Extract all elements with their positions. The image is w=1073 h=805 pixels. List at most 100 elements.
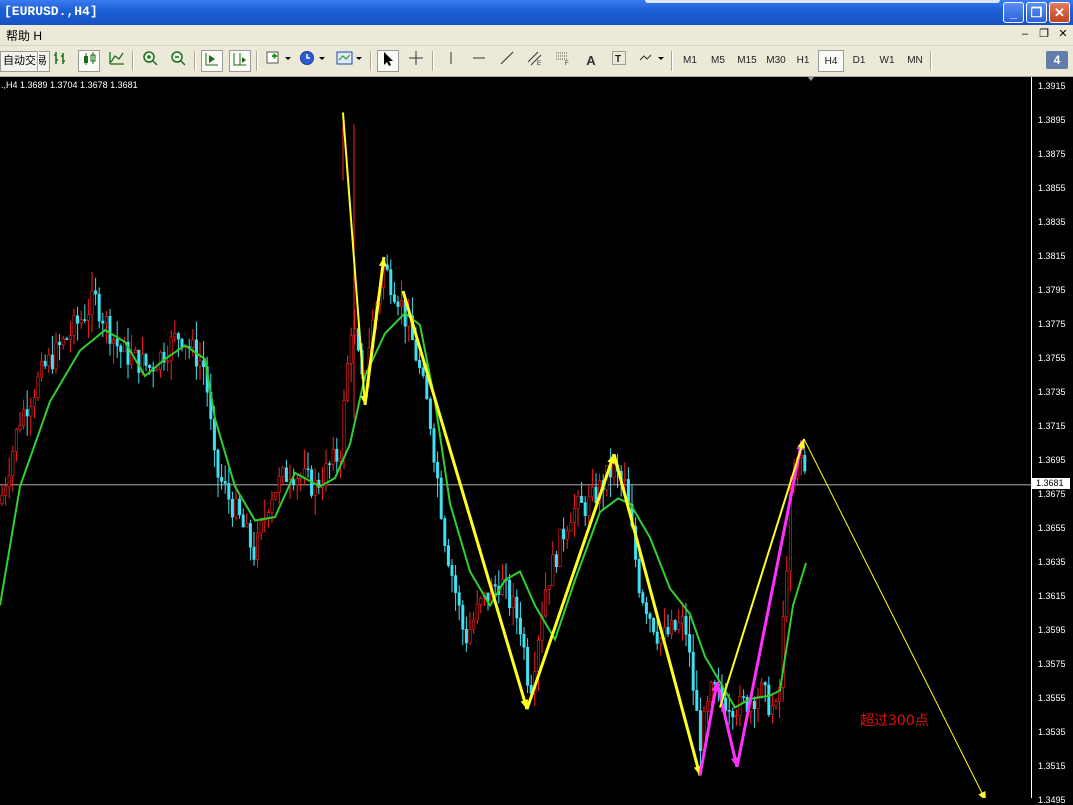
timeframe-m5[interactable]: M5 bbox=[705, 50, 731, 72]
timeframe-d1[interactable]: D1 bbox=[846, 50, 872, 72]
candle-body bbox=[112, 338, 116, 344]
candle-body bbox=[680, 616, 684, 624]
candle-body bbox=[518, 617, 522, 635]
candle-body bbox=[61, 338, 65, 346]
candle-body bbox=[421, 367, 425, 376]
timeframe-h1[interactable]: H1 bbox=[790, 50, 816, 72]
notification-badge[interactable]: 4 bbox=[1046, 51, 1068, 69]
candle-body bbox=[767, 684, 771, 716]
candle-body bbox=[248, 523, 252, 548]
candle-body bbox=[241, 514, 245, 528]
price-axis-label: 1.3555 bbox=[1038, 693, 1066, 703]
candle-body bbox=[169, 336, 173, 362]
price-axis-border bbox=[1031, 77, 1032, 798]
zoom-in-icon[interactable] bbox=[139, 50, 161, 72]
restore-button[interactable]: ❐ bbox=[1026, 2, 1047, 23]
candle-body bbox=[590, 486, 594, 498]
candle-body bbox=[688, 634, 692, 653]
timeframe-m30[interactable]: M30 bbox=[762, 50, 790, 72]
candle-body bbox=[443, 518, 447, 546]
candlestick-icon[interactable] bbox=[78, 50, 100, 72]
menu-help[interactable]: 帮助 H bbox=[6, 27, 42, 44]
candle-body bbox=[536, 639, 540, 672]
candle-body bbox=[346, 363, 350, 401]
candle-body bbox=[335, 448, 339, 462]
fibonacci-icon[interactable]: F bbox=[552, 50, 574, 72]
candle-body bbox=[47, 354, 51, 367]
text-label-icon[interactable]: T bbox=[608, 50, 630, 72]
line-chart-icon[interactable] bbox=[106, 50, 128, 72]
candle-body bbox=[349, 335, 353, 364]
close-button[interactable]: ✕ bbox=[1049, 2, 1070, 23]
zoom-out-icon[interactable] bbox=[167, 50, 189, 72]
candle-body bbox=[227, 483, 231, 500]
cursor-icon[interactable] bbox=[377, 50, 399, 72]
mdi-minimize-button[interactable]: – bbox=[1017, 27, 1033, 42]
candle-body bbox=[641, 592, 645, 603]
price-axis-label: 1.3755 bbox=[1038, 353, 1066, 363]
candle-body bbox=[493, 584, 497, 587]
candle-body bbox=[338, 457, 342, 462]
price-axis-label: 1.3735 bbox=[1038, 387, 1066, 397]
price-axis-label: 1.3775 bbox=[1038, 319, 1066, 329]
candle-body bbox=[418, 359, 422, 369]
timeframe-w1[interactable]: W1 bbox=[874, 50, 900, 72]
timeframe-m1[interactable]: M1 bbox=[677, 50, 703, 72]
arrows-icon[interactable] bbox=[636, 50, 666, 72]
candle-body bbox=[43, 360, 47, 367]
auto-trade-button[interactable]: 自动交易 bbox=[0, 51, 50, 72]
period-clock-icon[interactable] bbox=[297, 50, 327, 72]
candle-body bbox=[752, 700, 756, 710]
trendline-icon[interactable] bbox=[496, 50, 518, 72]
timeframe-h4[interactable]: H4 bbox=[818, 50, 844, 72]
price-axis-label: 1.3635 bbox=[1038, 557, 1066, 567]
chart-annotation: 超过300点 bbox=[860, 713, 929, 729]
title-notch bbox=[645, 0, 1000, 3]
candle-body bbox=[511, 596, 515, 609]
candle-body bbox=[587, 496, 591, 516]
indicators-icon[interactable] bbox=[263, 50, 293, 72]
auto-scroll-icon[interactable] bbox=[201, 50, 223, 72]
candle-body bbox=[94, 290, 98, 295]
price-axis-label: 1.3575 bbox=[1038, 659, 1066, 669]
candle-body bbox=[54, 341, 58, 370]
mdi-close-button[interactable]: ✕ bbox=[1055, 27, 1071, 42]
bar-chart-icon[interactable] bbox=[49, 50, 71, 72]
minimize-button[interactable]: _ bbox=[1003, 2, 1024, 23]
candle-body bbox=[198, 360, 202, 367]
timeframe-m15[interactable]: M15 bbox=[733, 50, 761, 72]
candle-body bbox=[259, 520, 263, 534]
trend-arrow-thin bbox=[803, 438, 986, 798]
window-title: [EURUSD.,H4] bbox=[4, 4, 98, 19]
candle-body bbox=[508, 579, 512, 609]
candle-body bbox=[342, 400, 346, 459]
timeframe-mn[interactable]: MN bbox=[902, 50, 928, 72]
vertical-line-icon[interactable] bbox=[440, 50, 462, 72]
candle-body bbox=[40, 360, 44, 378]
horizontal-line-icon[interactable] bbox=[468, 50, 490, 72]
price-axis-label: 1.3675 bbox=[1038, 489, 1066, 499]
toolbar-separator bbox=[432, 51, 434, 71]
candle-body bbox=[770, 705, 774, 716]
candle-body bbox=[133, 349, 137, 354]
candle-body bbox=[760, 682, 764, 697]
chart-shift-icon[interactable] bbox=[229, 50, 251, 72]
candle-body bbox=[234, 498, 238, 518]
candle-body bbox=[101, 320, 105, 324]
templates-icon[interactable] bbox=[334, 50, 364, 72]
candle-body bbox=[65, 338, 69, 340]
price-axis-label: 1.3515 bbox=[1038, 761, 1066, 771]
price-axis-label: 1.3855 bbox=[1038, 183, 1066, 193]
crosshair-icon[interactable] bbox=[405, 50, 427, 72]
candle-body bbox=[655, 631, 659, 644]
text-tool-button[interactable]: A bbox=[580, 50, 602, 72]
mdi-restore-button[interactable]: ❐ bbox=[1036, 27, 1052, 42]
equidistant-channel-icon[interactable]: E bbox=[524, 50, 546, 72]
candle-body bbox=[144, 353, 148, 366]
candle-body bbox=[734, 715, 738, 718]
candle-body bbox=[742, 696, 746, 698]
trend-arrow-thin-head bbox=[978, 791, 986, 798]
candle-body bbox=[86, 314, 90, 321]
candle-body bbox=[454, 575, 458, 593]
candle-body bbox=[392, 294, 396, 303]
